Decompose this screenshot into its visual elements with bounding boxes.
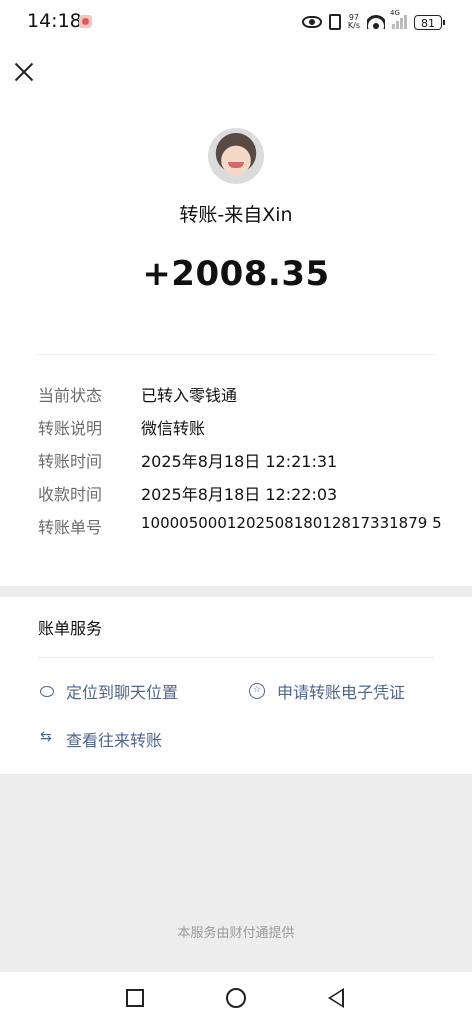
transfer-amount: +2008.35 [142,254,330,294]
locate-chat-link[interactable]: 定位到聊天位置 [40,679,178,703]
battery-indicator: 81 [414,14,445,30]
divider [38,657,434,658]
footer-note: 本服务由财付通提供 [177,926,295,941]
certificate-icon: ☆ [249,683,265,699]
detail-row-transfer-id: 转账单号 100005000120250818012817331879 5 [38,514,458,538]
notification-app-icon [79,15,92,28]
wifi-icon [367,15,385,29]
vibrate-icon [328,14,341,30]
avatar [208,128,264,184]
detail-row-transfer-time: 转账时间 2025年8月18日 12:21:31 [38,448,458,472]
apply-voucher-link[interactable]: ☆ 申请转账电子凭证 [249,679,405,703]
detail-value: 已转入零钱通 [141,386,238,405]
network-type-label: 4G [390,9,400,17]
transfer-card: 转账-来自Xin +2008.35 当前状态 已转入零钱通 转账说明 微信转账 … [0,102,472,586]
system-nav-bar [0,972,472,1024]
divider [38,354,434,355]
detail-row-receive-time: 收款时间 2025年8月18日 12:22:03 [38,481,458,505]
services-title: 账单服务 [38,619,103,638]
net-speed-unit: K/s [347,21,360,30]
detail-label: 转账时间 [38,452,103,471]
detail-value: 微信转账 [141,419,206,438]
status-indicators: 97 K/s 4G 81 [301,9,445,33]
detail-value: 2025年8月18日 12:21:31 [141,452,338,471]
view-transfers-link[interactable]: 查看往来转账 [40,727,162,751]
detail-label: 转账单号 [38,518,103,537]
detail-row-status: 当前状态 已转入零钱通 [38,382,458,406]
net-speed: 97 K/s [348,14,360,30]
signal-icon: 4G [390,9,407,29]
home-button[interactable] [226,988,246,1008]
chat-bubble-icon [40,685,54,697]
swap-arrows-icon [40,729,54,745]
detail-row-description: 转账说明 微信转账 [38,415,458,439]
status-bar: 14:18 97 K/s 4G 81 [0,0,472,44]
detail-value: 2025年8月18日 12:22:03 [141,485,338,504]
detail-label: 当前状态 [38,386,103,405]
status-time: 14:18 [27,10,82,32]
transfer-from-title: 转账-来自Xin [179,204,293,226]
apply-voucher-label: 申请转账电子凭证 [277,683,406,702]
detail-label: 收款时间 [38,485,103,504]
locate-chat-label: 定位到聊天位置 [66,683,179,702]
detail-label: 转账说明 [38,419,103,438]
view-transfers-label: 查看往来转账 [66,731,163,750]
close-icon[interactable] [14,62,34,82]
header [0,44,472,102]
bill-services-card: 账单服务 定位到聊天位置 ☆ 申请转账电子凭证 查看往来转账 [0,597,472,774]
back-button[interactable] [328,988,344,1008]
recent-apps-button[interactable] [126,989,144,1007]
detail-value: 100005000120250818012817331879 5 [141,514,442,532]
eye-icon [301,16,322,28]
